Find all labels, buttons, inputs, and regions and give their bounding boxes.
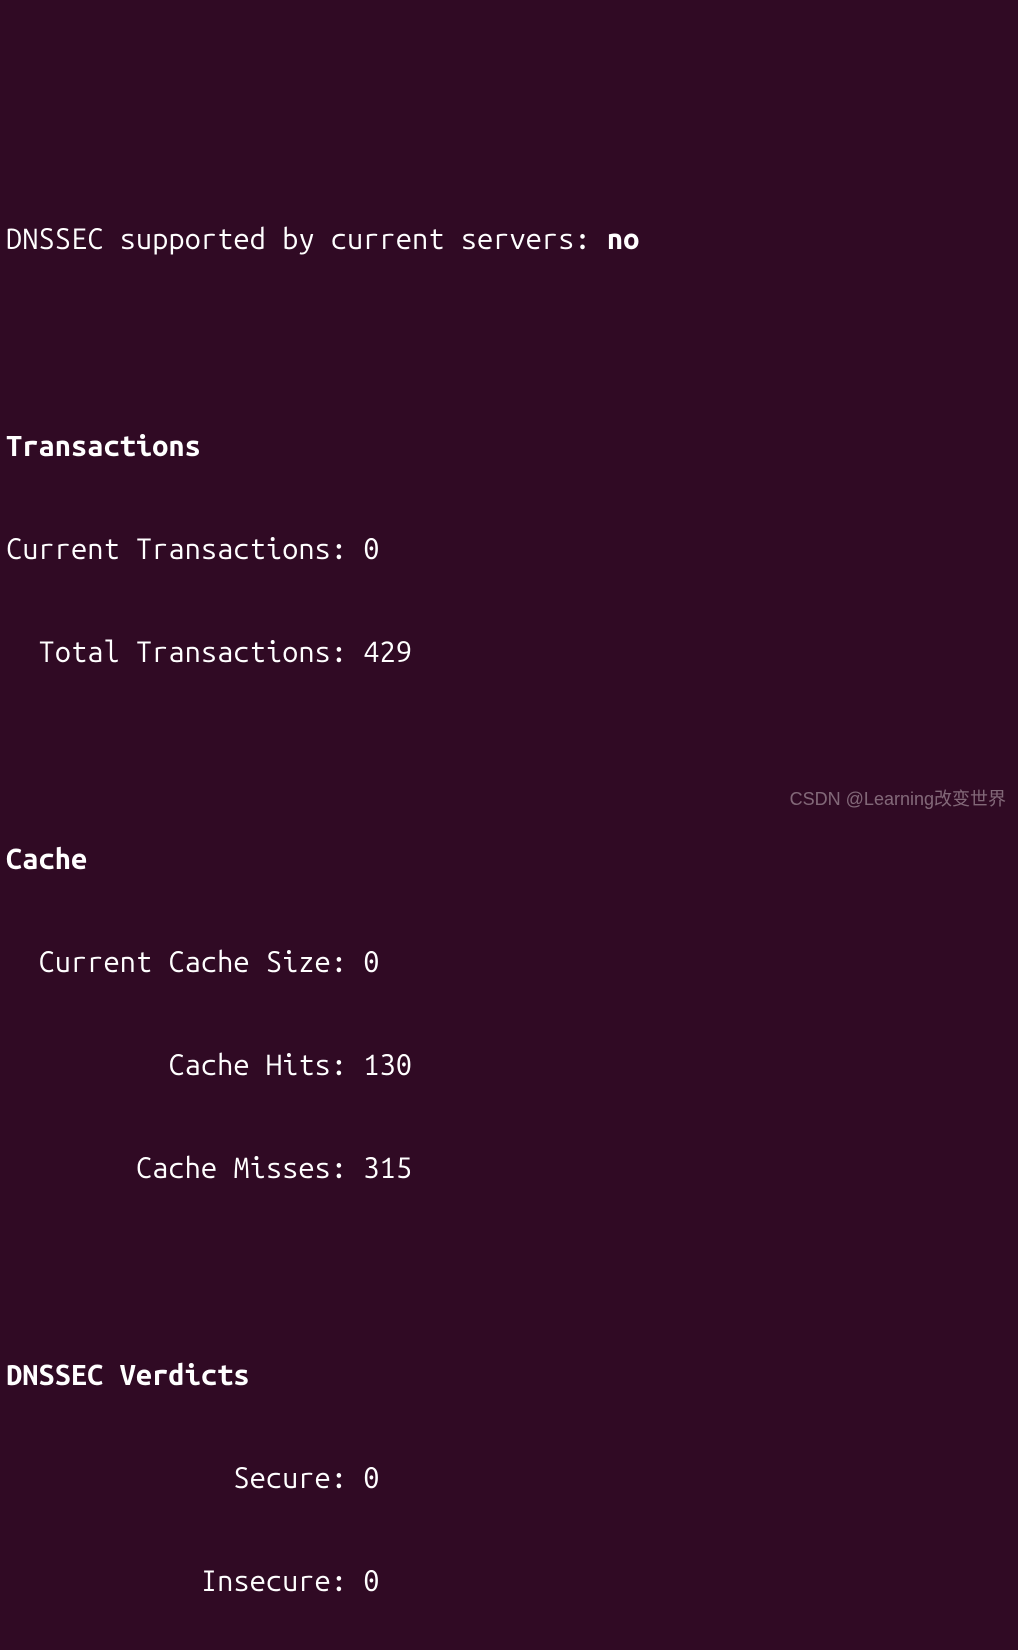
- row-label: Cache Hits:: [6, 1049, 363, 1081]
- blank-line: [6, 1247, 1012, 1299]
- row-value: 429: [363, 636, 412, 668]
- row-value: 315: [363, 1152, 412, 1184]
- row-label: Current Transactions:: [6, 533, 363, 565]
- row-label: Current Cache Size:: [6, 946, 363, 978]
- row-label: Total Transactions:: [6, 636, 363, 668]
- row-value: 0: [363, 946, 379, 978]
- blank-line: [6, 318, 1012, 370]
- total-transactions-row: Total Transactions: 429: [6, 627, 1012, 679]
- row-value: 0: [363, 533, 379, 565]
- insecure-row: Insecure: 0: [6, 1556, 1012, 1608]
- current-transactions-row: Current Transactions: 0: [6, 524, 1012, 576]
- dnssec-verdicts-header: DNSSEC Verdicts: [6, 1350, 1012, 1402]
- dnssec-label: DNSSEC supported by current servers:: [6, 223, 607, 255]
- row-value: 130: [363, 1049, 412, 1081]
- cache-misses-row: Cache Misses: 315: [6, 1143, 1012, 1195]
- secure-row: Secure: 0: [6, 1453, 1012, 1505]
- row-label: Secure:: [6, 1462, 363, 1494]
- dnssec-value: no: [607, 223, 639, 255]
- row-label: Cache Misses:: [6, 1152, 363, 1184]
- cache-hits-row: Cache Hits: 130: [6, 1040, 1012, 1092]
- cache-header: Cache: [6, 834, 1012, 886]
- watermark: CSDN @Learning改变世界: [790, 783, 1006, 815]
- blank-line: [6, 731, 1012, 783]
- dnssec-supported-line: DNSSEC supported by current servers: no: [6, 214, 1012, 266]
- transactions-header: Transactions: [6, 421, 1012, 473]
- row-value: 0: [363, 1462, 379, 1494]
- row-label: Insecure:: [6, 1565, 363, 1597]
- cache-size-row: Current Cache Size: 0: [6, 937, 1012, 989]
- row-value: 0: [363, 1565, 379, 1597]
